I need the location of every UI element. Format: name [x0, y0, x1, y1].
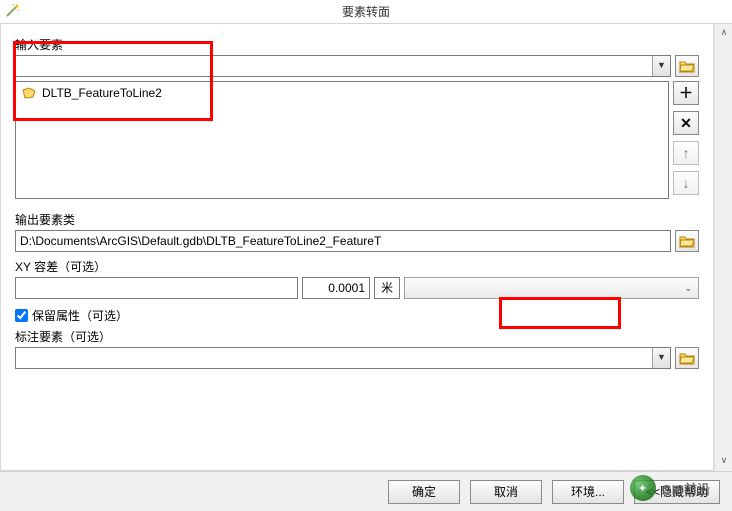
move-down-button[interactable]: ↓: [673, 171, 699, 195]
hide-help-button[interactable]: <<隐藏帮助: [634, 480, 720, 504]
label-features-dropdown[interactable]: ▼: [652, 348, 670, 368]
add-button[interactable]: ＋: [673, 81, 699, 105]
label-features-combo[interactable]: ▼: [15, 347, 671, 369]
output-fc-input[interactable]: [15, 230, 671, 252]
plus-icon: ＋: [679, 83, 693, 103]
list-item[interactable]: DLTB_FeatureToLine2: [18, 84, 666, 102]
browse-output-button[interactable]: [675, 230, 699, 252]
arrow-up-icon: ↑: [683, 145, 690, 161]
chevron-down-icon: ⌄: [684, 283, 692, 294]
xy-tolerance-label: XY 容差（可选）: [15, 258, 699, 275]
vertical-scrollbar[interactable]: ∧ ∨: [714, 24, 732, 471]
list-item-label: DLTB_FeatureToLine2: [42, 86, 162, 100]
preserve-attr-label: 保留属性（可选）: [32, 307, 128, 324]
ok-button[interactable]: 确定: [388, 480, 460, 504]
xy-unit-dropdown[interactable]: ⌄: [404, 277, 699, 299]
cancel-button[interactable]: 取消: [470, 480, 542, 504]
browse-label-button[interactable]: [675, 347, 699, 369]
xy-tolerance-input[interactable]: [302, 277, 370, 299]
window-title: 要素转面: [342, 5, 390, 19]
remove-button[interactable]: ✕: [673, 111, 699, 135]
input-features-input[interactable]: [16, 56, 652, 76]
input-features-dropdown[interactable]: ▼: [652, 56, 670, 76]
xy-unit-display: 米: [374, 277, 400, 299]
input-features-label: 输入要素: [15, 36, 699, 53]
scroll-down-icon[interactable]: ∨: [716, 453, 732, 469]
label-features-input[interactable]: [16, 348, 652, 368]
titlebar: 要素转面: [0, 0, 732, 24]
x-icon: ✕: [680, 115, 692, 132]
move-up-button[interactable]: ↑: [673, 141, 699, 165]
preserve-attr-checkbox[interactable]: [15, 309, 28, 322]
form-panel: 输入要素 ▼ DLTB_FeatureToLine2 ＋ ✕ ↑ ↓ 输出要素类: [0, 24, 714, 471]
arrow-down-icon: ↓: [683, 175, 690, 191]
xy-tolerance-spacer: [15, 277, 298, 299]
folder-open-icon: [679, 234, 695, 248]
scroll-up-icon[interactable]: ∧: [716, 25, 732, 41]
folder-open-icon: [679, 351, 695, 365]
output-fc-label: 输出要素类: [15, 211, 699, 228]
folder-open-icon: [679, 59, 695, 73]
input-features-combo[interactable]: ▼: [15, 55, 671, 77]
tool-icon: [4, 3, 20, 19]
polygon-layer-icon: [22, 87, 36, 99]
environments-button[interactable]: 环境...: [552, 480, 624, 504]
browse-input-button[interactable]: [675, 55, 699, 77]
button-bar: 确定 取消 环境... <<隐藏帮助: [0, 471, 732, 511]
input-features-list[interactable]: DLTB_FeatureToLine2: [15, 81, 669, 199]
label-features-label: 标注要素（可选）: [15, 328, 699, 345]
